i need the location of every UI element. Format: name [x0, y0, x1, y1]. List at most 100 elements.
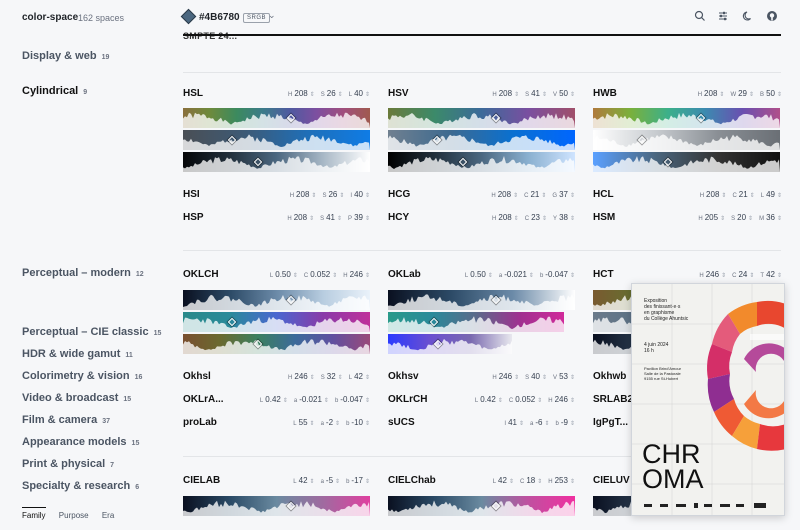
sidebar-item-specialty[interactable]: Specialty & research 6 — [22, 480, 139, 492]
channel-value-i[interactable]: 41 — [508, 418, 517, 427]
sidebar-item-perceptual-modern[interactable]: Perceptual – modern 12 — [22, 267, 144, 279]
channel-slider-oklch-2[interactable] — [183, 334, 370, 354]
tab-family[interactable]: Family — [22, 507, 46, 520]
stepper-arrows-icon[interactable]: ⇕ — [570, 273, 575, 279]
tab-purpose[interactable]: Purpose — [59, 511, 89, 520]
channel-value-h[interactable]: 205 — [705, 213, 718, 222]
card-title-cielchab[interactable]: CIELChab — [388, 475, 436, 486]
channel-slider-hsv-1[interactable] — [388, 130, 575, 150]
card-title-hsl[interactable]: HSL — [183, 88, 203, 99]
channel-value-i[interactable]: 40 — [354, 190, 363, 199]
stepper-arrows-icon[interactable]: ⇕ — [542, 216, 547, 222]
sidebar-item-video[interactable]: Video & broadcast 15 — [22, 392, 131, 404]
stepper-arrows-icon[interactable]: ⇕ — [332, 273, 337, 279]
sidebar-item-display-web[interactable]: Display & web 19 — [22, 50, 109, 62]
stepper-arrows-icon[interactable]: ⇕ — [365, 193, 370, 199]
sidebar-item-hdr[interactable]: HDR & wide gamut 11 — [22, 348, 133, 360]
channel-slider-oklab-0[interactable] — [388, 290, 575, 310]
channel-slider-hwb-2[interactable] — [593, 152, 780, 172]
channel-value-c[interactable]: 18 — [526, 476, 535, 485]
channel-slider-hwb-0[interactable] — [593, 108, 780, 128]
stepper-arrows-icon[interactable]: ⇕ — [335, 479, 340, 485]
stepper-arrows-icon[interactable]: ⇕ — [570, 421, 575, 427]
sidebar-item-film[interactable]: Film & camera 37 — [22, 414, 110, 426]
stepper-arrows-icon[interactable]: ⇕ — [777, 92, 782, 98]
stepper-arrows-icon[interactable]: ⇕ — [570, 375, 575, 381]
channel-value-h[interactable]: 246 — [350, 270, 363, 279]
channel-value-c[interactable]: 24 — [738, 270, 747, 279]
stepper-arrows-icon[interactable]: ⇕ — [365, 398, 370, 404]
channel-value-h[interactable]: 208 — [296, 190, 309, 199]
tab-era[interactable]: Era — [102, 511, 114, 520]
search-icon[interactable] — [693, 10, 707, 24]
card-title-hwb[interactable]: HWB — [593, 88, 617, 99]
channel-value-h[interactable]: 208 — [498, 213, 511, 222]
card-title-hsi[interactable]: HSI — [183, 189, 200, 200]
channel-value-s[interactable]: 26 — [327, 89, 336, 98]
stepper-arrows-icon[interactable]: ⇕ — [777, 273, 782, 279]
stepper-arrows-icon[interactable]: ⇕ — [310, 375, 315, 381]
poster-overlay[interactable]: Exposition des finissant·e·s en graphisme… — [631, 283, 785, 516]
stepper-arrows-icon[interactable]: ⇕ — [338, 92, 343, 98]
channel-slider-cielab-0[interactable] — [183, 496, 370, 516]
card-title-hcy[interactable]: HCY — [388, 212, 409, 223]
channel-slider-cielchab-0[interactable] — [388, 496, 575, 516]
channel-value-b[interactable]: -9 — [561, 418, 568, 427]
channel-slider-hsl-0[interactable] — [183, 108, 370, 128]
channel-value-s[interactable]: 32 — [327, 372, 336, 381]
channel-value-y[interactable]: 38 — [559, 213, 568, 222]
moon-icon[interactable] — [741, 10, 755, 24]
channel-value-h[interactable]: 208 — [706, 190, 719, 199]
channel-value-s[interactable]: 41 — [326, 213, 335, 222]
channel-slider-hwb-1[interactable] — [593, 130, 780, 150]
card-title-igpgt[interactable]: IgPgT... — [593, 417, 628, 428]
card-title-cieluv[interactable]: CIELUV — [593, 475, 630, 486]
channel-value-b[interactable]: -0.047 — [340, 395, 363, 404]
current-color-swatch[interactable] — [180, 8, 197, 25]
channel-value-b[interactable]: 50 — [766, 89, 775, 98]
channel-value-w[interactable]: 29 — [738, 89, 747, 98]
channel-slider-hsl-2[interactable] — [183, 152, 370, 172]
stepper-arrows-icon[interactable]: ⇕ — [310, 421, 315, 427]
stepper-arrows-icon[interactable]: ⇕ — [537, 479, 542, 485]
stepper-arrows-icon[interactable]: ⇕ — [544, 421, 549, 427]
sidebar-item-colorimetry[interactable]: Colorimetry & vision 16 — [22, 370, 142, 382]
channel-value-l[interactable]: 55 — [299, 418, 308, 427]
channel-value-b[interactable]: -10 — [351, 418, 363, 427]
stepper-arrows-icon[interactable]: ⇕ — [529, 273, 534, 279]
stepper-arrows-icon[interactable]: ⇕ — [365, 375, 370, 381]
card-title-okhwb[interactable]: Okhwb — [593, 371, 626, 382]
stepper-arrows-icon[interactable]: ⇕ — [570, 92, 575, 98]
stepper-arrows-icon[interactable]: ⇕ — [283, 398, 288, 404]
stepper-arrows-icon[interactable]: ⇕ — [488, 273, 493, 279]
github-icon[interactable] — [765, 10, 779, 24]
channel-slider-hsl-1[interactable] — [183, 130, 370, 150]
stepper-arrows-icon[interactable]: ⇕ — [293, 273, 298, 279]
channel-value-h[interactable]: 246 — [706, 270, 719, 279]
card-title-hcl[interactable]: HCL — [593, 189, 614, 200]
stepper-arrows-icon[interactable]: ⇕ — [337, 216, 342, 222]
stepper-arrows-icon[interactable]: ⇕ — [519, 421, 524, 427]
channel-value-h[interactable]: 208 — [704, 89, 717, 98]
stepper-arrows-icon[interactable]: ⇕ — [749, 92, 754, 98]
card-title-sucs[interactable]: sUCS — [388, 417, 415, 428]
stepper-arrows-icon[interactable]: ⇕ — [541, 193, 546, 199]
stepper-arrows-icon[interactable]: ⇕ — [749, 273, 754, 279]
channel-slider-hsv-2[interactable] — [388, 152, 575, 172]
sidebar-item-cylindrical[interactable]: Cylindrical 9 — [22, 85, 87, 97]
channel-value-h[interactable]: 246 — [499, 372, 512, 381]
stepper-arrows-icon[interactable]: ⇕ — [324, 398, 329, 404]
card-title-hsm[interactable]: HSM — [593, 212, 615, 223]
channel-value-p[interactable]: 39 — [354, 213, 363, 222]
channel-value-c[interactable]: 0.052 — [515, 395, 535, 404]
stepper-arrows-icon[interactable]: ⇕ — [570, 398, 575, 404]
stepper-arrows-icon[interactable]: ⇕ — [542, 92, 547, 98]
channel-value-b[interactable]: -17 — [351, 476, 363, 485]
channel-value-s[interactable]: 40 — [531, 372, 540, 381]
channel-value-c[interactable]: 21 — [739, 190, 748, 199]
channel-value-h[interactable]: 246 — [294, 372, 307, 381]
channel-value-c[interactable]: 0.052 — [310, 270, 330, 279]
channel-value-t[interactable]: 42 — [766, 270, 775, 279]
channel-value-l[interactable]: 42 — [299, 476, 308, 485]
stepper-arrows-icon[interactable]: ⇕ — [309, 216, 314, 222]
